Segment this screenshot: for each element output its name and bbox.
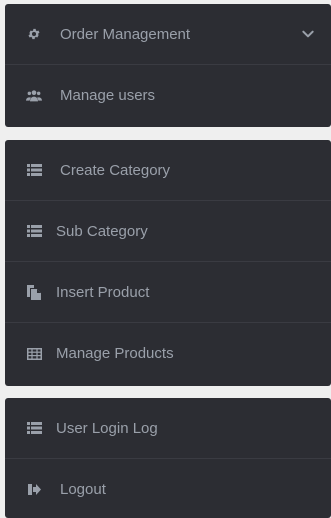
menu-item-sub-category[interactable]: Sub Category xyxy=(5,201,331,262)
menu-item-label: Create Category xyxy=(60,161,171,179)
menu-group-3: User Login Log Logout xyxy=(5,398,331,518)
list-icon xyxy=(25,419,43,437)
menu-item-label: Sub Category xyxy=(56,222,148,240)
chevron-down-icon[interactable] xyxy=(301,27,315,41)
sidebar-menu: Order Management Manage users Create Cat… xyxy=(0,0,331,518)
menu-item-manage-products[interactable]: Manage Products xyxy=(5,323,331,384)
menu-item-label: Manage Products xyxy=(56,345,174,362)
menu-item-manage-users[interactable]: Manage users xyxy=(5,65,331,126)
menu-item-label: Manage users xyxy=(60,87,156,104)
copy-icon xyxy=(25,283,43,301)
menu-item-logout[interactable]: Logout xyxy=(5,459,331,518)
menu-item-label: Order Management xyxy=(60,25,191,43)
menu-item-create-category[interactable]: Create Category xyxy=(5,140,331,201)
menu-group-2: Create Category Sub Category Insert Prod… xyxy=(5,140,331,386)
menu-item-label: Logout xyxy=(60,481,106,498)
list-icon xyxy=(25,161,43,179)
menu-group-1: Order Management Manage users xyxy=(5,4,331,127)
menu-item-order-management[interactable]: Order Management xyxy=(5,4,331,65)
menu-item-label: User Login Log xyxy=(56,419,158,437)
menu-item-label: Insert Product xyxy=(56,283,150,301)
menu-item-insert-product[interactable]: Insert Product xyxy=(5,262,331,323)
logout-icon xyxy=(25,481,43,499)
list-icon xyxy=(25,222,43,240)
menu-item-user-login-log[interactable]: User Login Log xyxy=(5,398,331,459)
gear-icon xyxy=(25,25,43,43)
users-icon xyxy=(25,87,43,105)
table-icon xyxy=(25,345,43,363)
